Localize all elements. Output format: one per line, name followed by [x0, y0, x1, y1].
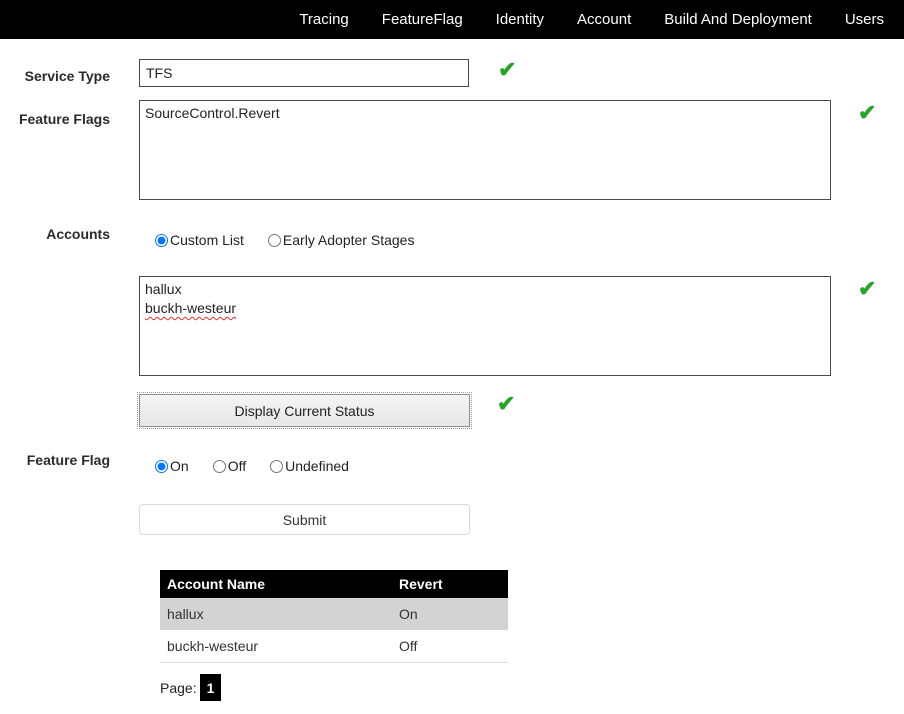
accounts-mode-early-adopter-label: Early Adopter Stages — [283, 232, 415, 248]
feature-flag-radio-group: On Off Undefined — [155, 458, 349, 474]
feature-flag-on-option[interactable]: On — [155, 458, 189, 474]
page-label: Page: — [160, 680, 197, 696]
table-row: buckh-westeur Off — [160, 630, 508, 662]
submit-button[interactable]: Submit — [139, 504, 470, 535]
cell-revert: Off — [392, 630, 508, 662]
accounts-mode-radio-group: Custom List Early Adopter Stages — [155, 232, 414, 248]
accounts-list-textarea[interactable]: hallux buckh-westeur — [139, 276, 831, 376]
feature-flags-valid-check-icon: ✔ — [858, 102, 876, 124]
accounts-label: Accounts — [0, 226, 110, 242]
display-current-status-button[interactable]: Display Current Status — [139, 394, 470, 427]
feature-flag-label: Feature Flag — [0, 452, 110, 468]
accounts-mode-early-adopter-option[interactable]: Early Adopter Stages — [268, 232, 415, 248]
accounts-mode-custom-list-option[interactable]: Custom List — [155, 232, 244, 248]
nav-item-build-and-deployment[interactable]: Build And Deployment — [664, 11, 812, 28]
nav-item-account[interactable]: Account — [577, 11, 631, 28]
table-row: hallux On — [160, 598, 508, 630]
display-status-valid-check-icon: ✔ — [497, 393, 515, 415]
feature-flag-off-label: Off — [228, 458, 246, 474]
accounts-mode-early-adopter-radio[interactable] — [268, 234, 281, 247]
service-type-label: Service Type — [0, 68, 110, 84]
feature-flags-textarea[interactable]: SourceControl.Revert — [139, 100, 831, 200]
accounts-mode-custom-list-radio[interactable] — [155, 234, 168, 247]
service-type-valid-check-icon: ✔ — [498, 59, 516, 81]
service-type-input[interactable] — [139, 59, 469, 87]
nav-item-users[interactable]: Users — [845, 11, 884, 28]
feature-flag-on-radio[interactable] — [155, 460, 168, 473]
cell-revert: On — [392, 598, 508, 630]
nav-item-tracing[interactable]: Tracing — [299, 11, 348, 28]
column-header-revert: Revert — [392, 570, 508, 598]
feature-flag-off-radio[interactable] — [213, 460, 226, 473]
feature-flag-undefined-option[interactable]: Undefined — [270, 458, 349, 474]
accounts-list-entry: hallux — [145, 280, 825, 299]
feature-flag-undefined-label: Undefined — [285, 458, 349, 474]
accounts-list-entry: buckh-westeur — [145, 299, 825, 318]
feature-flag-undefined-radio[interactable] — [270, 460, 283, 473]
results-header-row: Account Name Revert — [160, 570, 508, 598]
top-nav: Tracing FeatureFlag Identity Account Bui… — [0, 0, 904, 39]
feature-flag-on-label: On — [170, 458, 189, 474]
page-number-button[interactable]: 1 — [200, 674, 221, 701]
results-table: Account Name Revert hallux On buckh-west… — [160, 570, 508, 663]
cell-account-name: buckh-westeur — [160, 630, 392, 662]
accounts-mode-custom-list-label: Custom List — [170, 232, 244, 248]
nav-item-identity[interactable]: Identity — [496, 11, 544, 28]
accounts-valid-check-icon: ✔ — [858, 278, 876, 300]
cell-account-name: hallux — [160, 598, 392, 630]
feature-flags-label: Feature Flags — [0, 111, 110, 127]
feature-flag-off-option[interactable]: Off — [213, 458, 246, 474]
column-header-account-name: Account Name — [160, 570, 392, 598]
nav-item-featureflag[interactable]: FeatureFlag — [382, 11, 463, 28]
